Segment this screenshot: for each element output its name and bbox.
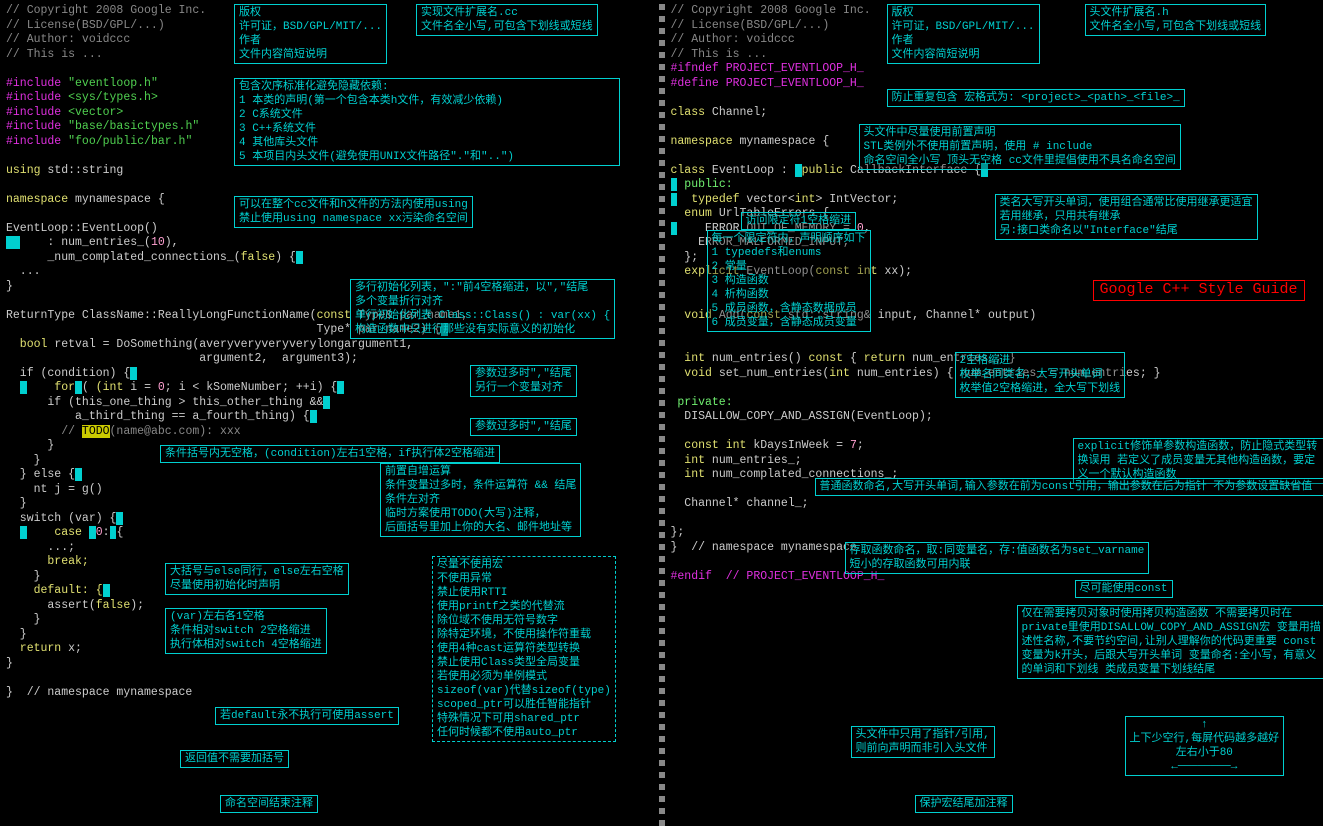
- comment: // License(BSD/GPL/...): [671, 19, 830, 32]
- include: #include: [6, 106, 61, 119]
- annotation-return: 返回值不需要加括号: [180, 750, 289, 768]
- annotation-typedef-enum: 2空格缩进 枚举名同类名，大写开头单词 枚举值2空格缩进，全大写下划线: [955, 352, 1126, 398]
- if-cond: a_third_thing == a_fourth_thing) {: [6, 410, 310, 423]
- annotation-const: 尽可能使用const: [1075, 580, 1173, 598]
- h-file-column: // Copyright 2008 Google Inc. // License…: [665, 0, 1323, 826]
- private-label: private:: [671, 396, 733, 409]
- namespace-end: } // namespace mynamespace: [671, 541, 857, 554]
- annotation-switch: (var)左右各1空格 条件相对switch 2空格缩进 执行体相对switch…: [165, 608, 327, 654]
- cc-file-column: // Copyright 2008 Google Inc. // License…: [0, 0, 659, 826]
- annotation-ptr-fwd: 头文件中只用了指针/引用, 则前向声明而非引入头文件: [851, 726, 995, 758]
- annotation-else: 大括号与else同行，else左右空格 尽量使用初始化时声明: [165, 563, 349, 595]
- title-badge: Google C++ Style Guide: [1093, 280, 1305, 301]
- annotation-h-ext: 头文件扩展名.h 文件名全小写,可包含下划线或短线: [1085, 4, 1267, 36]
- define: #define PROJECT_EVENTLOOP_H_: [671, 77, 864, 90]
- include: #include: [6, 77, 61, 90]
- body-line: argument2, argument3);: [6, 352, 358, 365]
- annotation-arg-wrap: 参数过多时","结尾: [470, 418, 577, 436]
- include-path: <vector>: [68, 106, 123, 119]
- comment: // Copyright 2008 Google Inc.: [6, 4, 206, 17]
- forward-decl: Channel;: [705, 106, 767, 119]
- annotation-accessor: 存取函数命名，取:同变量名，存:值函数名为set_varname 短小的存取函数…: [845, 542, 1150, 574]
- annotation-classname: 类名大写开头单词，使用组合通常比使用继承更适宜 若用继承，只用共有继承 另:接口…: [995, 194, 1258, 240]
- annotation-private-rules: 仅在需要拷贝对象时使用拷贝构造函数 不需要拷贝时在private里使用DISAL…: [1017, 605, 1323, 679]
- switch-line: switch (var) {: [6, 512, 116, 525]
- annotation-func-naming: 普通函数命名,大写开头单词,输入参数在前为const引用，输出参数在后为指针 不…: [815, 478, 1323, 496]
- disallow-macro: DISALLOW_COPY_AND_ASSIGN(EventLoop);: [671, 410, 933, 423]
- annotation-cc-ext: 实现文件扩展名.cc 文件名全小写,可包含下划线或短线: [416, 4, 598, 36]
- annotation-copyright: 版权 许可证，BSD/GPL/MIT/... 作者 文件内容简短说明: [887, 4, 1040, 64]
- using-name: std::string: [41, 164, 124, 177]
- annotation-copyright: 版权 许可证，BSD/GPL/MIT/... 作者 文件内容简短说明: [234, 4, 387, 64]
- namespace-end: } // namespace mynamespace: [6, 686, 192, 699]
- namespace-keyword: namespace: [6, 193, 68, 206]
- annotation-for: 前置自增运算 条件变量过多时，条件运算符 && 结尾 条件左对齐 临时方案使用T…: [380, 463, 581, 537]
- annotation-forward-decl: 头文件中尽量使用前置声明 STL类例外不使用前置声明，使用 # include …: [859, 124, 1181, 170]
- include-path: "eventloop.h": [68, 77, 158, 90]
- namespace: mynamespace {: [733, 135, 830, 148]
- comment: // This is ...: [6, 48, 103, 61]
- init-line: : num_entries_(: [20, 236, 151, 249]
- annotation-assert: 若default永不执行可使用assert: [215, 707, 399, 725]
- annotation-ctor-init: 多行初始化列表，":"前4空格缩进，以","结尾 多个变量折行对齐 单行初始化列…: [350, 279, 615, 339]
- comment: // This is ...: [671, 48, 768, 61]
- include: #include: [6, 91, 61, 104]
- annotation-if: 条件括号内无空格，(condition)左右1空格，if执行体2空格缩进: [160, 445, 500, 463]
- comment: // Copyright 2008 Google Inc.: [671, 4, 871, 17]
- annotation-ns-end: 命名空间结束注释: [220, 795, 318, 813]
- annotation-param-wrap: 参数过多时","结尾 另行一个变量对齐: [470, 365, 577, 397]
- ifndef: #ifndef PROJECT_EVENTLOOP_H_: [671, 62, 864, 75]
- if-line: if (condition) {: [6, 367, 130, 380]
- init-line: _num_complated_connections_(: [6, 251, 241, 264]
- public-label: public:: [677, 178, 732, 191]
- include-path: "base/basictypes.h": [68, 120, 199, 133]
- annotation-misc-rules: 尽量不使用宏 不使用异常 禁止使用RTTI 使用printf之类的代替流 除位域…: [432, 556, 616, 742]
- annotation-access: 访问限定符1空格缩进: [741, 212, 857, 230]
- function-sig: ReturnType ClassName::ReallyLongFunction…: [6, 309, 317, 322]
- if-cond: if (this_one_thing > this_other_thing &&: [6, 396, 323, 409]
- using-keyword: using: [6, 164, 41, 177]
- ellipsis: ...: [6, 265, 41, 278]
- include-path: "foo/public/bar.h": [68, 135, 192, 148]
- annotation-endif: 保护宏结尾加注释: [915, 795, 1013, 813]
- body-line: retval = DoSomething(averyveryveryverylo…: [47, 338, 413, 351]
- comment: // License(BSD/GPL/...): [6, 19, 165, 32]
- annotation-include-order: 包含次序标准化避免隐藏依赖: 1 本类的声明(第一个包含本类h文件，有效减少依赖…: [234, 78, 620, 166]
- annotation-using: 可以在整个cc文件和h文件的方法内使用using 禁止使用using names…: [234, 196, 473, 228]
- comment: // Author: voidccc: [6, 33, 130, 46]
- include: #include: [6, 120, 61, 133]
- namespace-name: mynamespace {: [68, 193, 165, 206]
- include-path: <sys/types.h>: [68, 91, 158, 104]
- else-line: } else {: [6, 468, 75, 481]
- member-ptr: Channel* channel_;: [671, 497, 809, 510]
- ctor: EventLoop::EventLoop(): [6, 222, 158, 235]
- include: #include: [6, 135, 61, 148]
- annotation-guard: 防止重复包含 宏格式为: <project>_<path>_<file>_: [887, 89, 1185, 107]
- comment: // Author: voidccc: [671, 33, 795, 46]
- todo-label: TODO: [82, 425, 110, 438]
- annotation-decl-order: 每一个限定符内，声明顺序如下 1 typedefs和enums 2 常量 3 构…: [707, 230, 871, 332]
- number: 10: [151, 236, 165, 249]
- keyword: false: [241, 251, 276, 264]
- annotation-line-length: ↑上下少空行,每屏代码越多越好 左右小于80←────────→: [1125, 716, 1285, 776]
